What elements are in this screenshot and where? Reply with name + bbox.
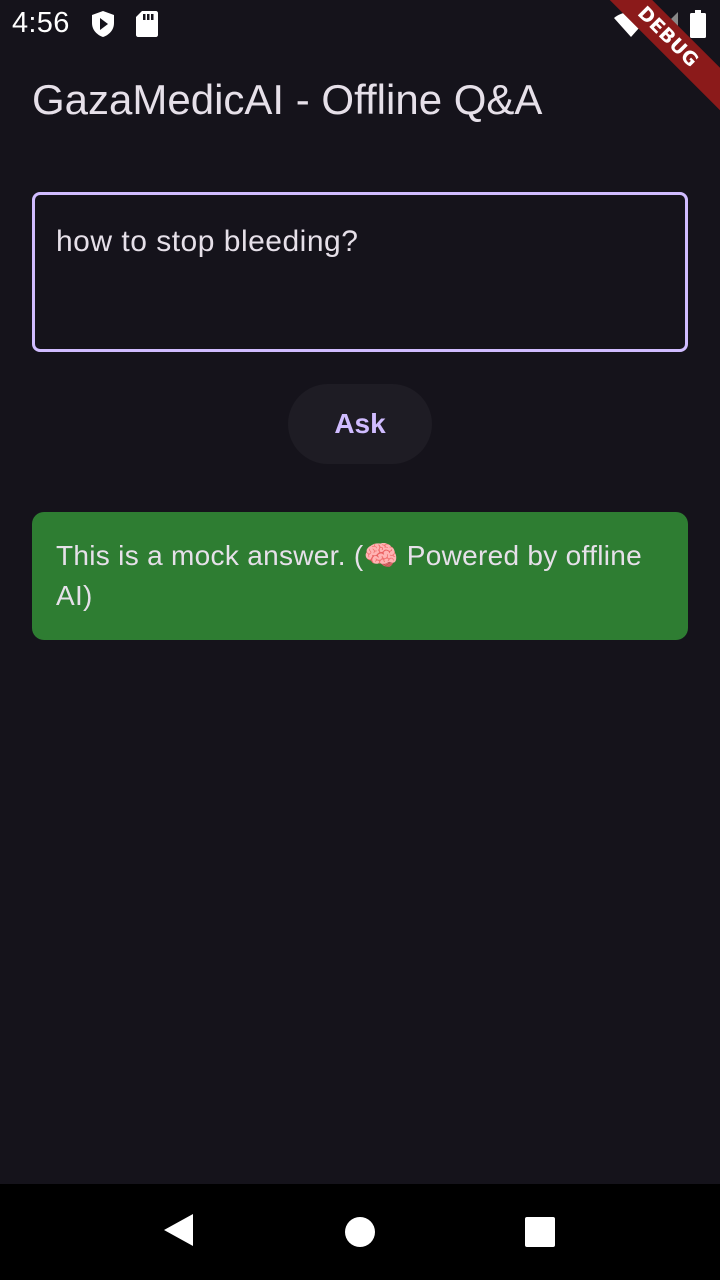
recents-icon[interactable]: [524, 1216, 556, 1253]
back-icon[interactable]: [162, 1212, 194, 1253]
status-bar: 4:56: [0, 0, 720, 48]
answer-text: This is a mock answer. (🧠 Powered by off…: [56, 540, 642, 611]
status-time: 4:56: [12, 7, 70, 39]
app-screen: 4:56 DEBUG GazaMedicAI - Offline Q&A how…: [0, 0, 720, 1280]
question-field[interactable]: how to stop bleeding?: [32, 192, 688, 352]
play-protect-icon: [90, 10, 116, 43]
home-icon[interactable]: [344, 1216, 376, 1253]
sd-card-icon: [136, 10, 158, 43]
question-input[interactable]: how to stop bleeding?: [56, 225, 656, 325]
battery-icon: [690, 10, 706, 43]
page-title: GazaMedicAI - Offline Q&A: [32, 76, 543, 123]
ask-button[interactable]: Ask: [288, 384, 432, 464]
navigation-bar: [0, 1184, 720, 1280]
answer-card: This is a mock answer. (🧠 Powered by off…: [32, 512, 688, 640]
